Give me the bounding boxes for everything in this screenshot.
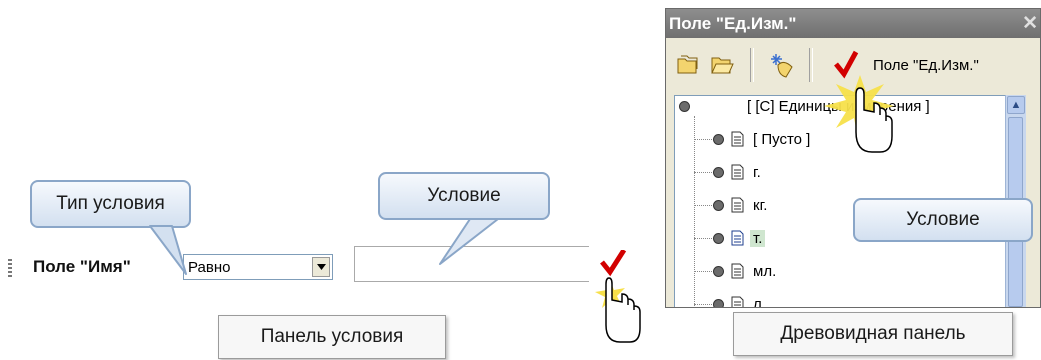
caption-condition-panel: Панель условия [218, 315, 446, 359]
tree-item[interactable]: л. [753, 296, 766, 307]
tree-node-bullet-icon [713, 167, 724, 178]
callout-condition-top-label: Условие [427, 185, 501, 206]
document-icon [731, 263, 744, 279]
tree-panel-titlebar: Поле "Ед.Изм." ✕ [666, 9, 1040, 38]
callout-condition-top: Условие [378, 172, 550, 220]
open-folder-icon[interactable] [710, 53, 734, 77]
document-icon [731, 164, 744, 180]
hand-pointer-icon [824, 75, 894, 153]
document-icon [731, 131, 744, 147]
scroll-up-icon[interactable]: ▲ [1007, 96, 1025, 114]
close-icon[interactable]: ✕ [1022, 12, 1038, 35]
tree-panel-title: Поле "Ед.Изм." [669, 14, 797, 33]
caption-condition-panel-label: Панель условия [260, 326, 404, 347]
tree-connector [694, 271, 712, 272]
tree-connector [694, 116, 695, 306]
tree-connector [694, 139, 712, 140]
document-icon [731, 230, 744, 246]
tree-node-bullet-icon [713, 134, 724, 145]
tree-connector [694, 304, 712, 305]
tree-item[interactable]: мл. [753, 263, 776, 280]
tree-node-bullet-icon [713, 299, 724, 307]
document-icon [731, 197, 744, 213]
toolbar-separator [750, 48, 754, 82]
tree-item[interactable]: г. [753, 164, 761, 181]
tree-node-bullet-icon [713, 266, 724, 277]
tree-connector [694, 172, 712, 173]
document-icon [731, 296, 744, 307]
folders-icon[interactable] [676, 53, 700, 77]
tree-node-bullet-icon [679, 101, 690, 112]
tree-node-bullet-icon [713, 200, 724, 211]
tree-node-bullet-icon [713, 233, 724, 244]
tree-connector [694, 238, 712, 239]
tree-item[interactable]: [ Пусто ] [753, 131, 810, 148]
callout-condition-tree: Условие [853, 198, 1033, 242]
sparkle-hand-icon[interactable] [770, 53, 794, 78]
tree-item-selected[interactable]: т. [750, 230, 766, 247]
hand-pointer-icon [595, 250, 641, 343]
callout-condition-tree-label: Условие [906, 209, 980, 230]
tree-item[interactable]: кг. [753, 197, 767, 214]
caption-tree-panel: Древовидная панель [733, 312, 1013, 356]
caption-tree-panel-label: Древовидная панель [780, 323, 966, 344]
toolbar-separator [809, 48, 813, 82]
tree-connector [694, 205, 712, 206]
